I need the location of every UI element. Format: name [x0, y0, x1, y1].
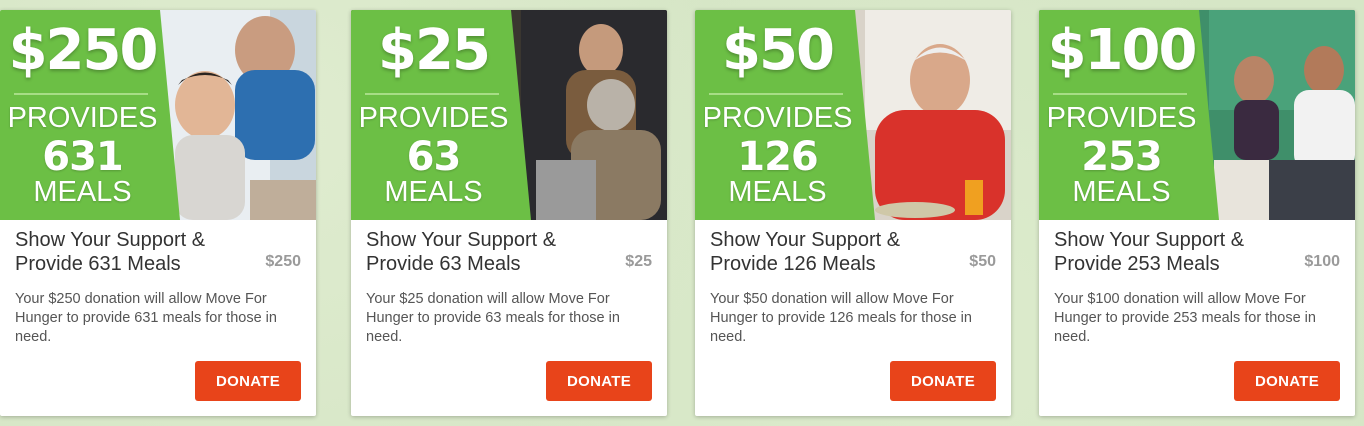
banner-divider	[1053, 93, 1187, 95]
donation-card-25[interactable]: $25 PROVIDES 63 MEALS Show Your Support …	[351, 10, 667, 416]
banner-amount: $50	[722, 18, 835, 83]
banner-divider	[14, 93, 148, 95]
banner-provides: PROVIDES	[1046, 102, 1197, 134]
card-description: Your $25 donation will allow Move For Hu…	[366, 291, 620, 345]
banner-meals-count: 126	[737, 134, 819, 180]
banner-amount: $25	[378, 18, 491, 83]
card-price: $250	[265, 253, 301, 270]
donation-card-250[interactable]: $250 PROVIDES 631 MEALS Show Your Suppor…	[0, 10, 316, 416]
card-banner[interactable]: $250 PROVIDES 631 MEALS	[0, 10, 316, 220]
banner-meals-word: MEALS	[33, 176, 132, 208]
donate-button[interactable]: DONATE	[546, 361, 652, 401]
donation-card-100[interactable]: $100 PROVIDES 253 MEALS Show Your Suppor…	[1039, 10, 1355, 416]
donate-button[interactable]: DONATE	[1234, 361, 1340, 401]
card-description: Your $100 donation will allow Move For H…	[1054, 291, 1316, 345]
card-banner[interactable]: $50 PROVIDES 126 MEALS	[695, 10, 1011, 220]
card-price: $25	[625, 253, 652, 270]
donate-button[interactable]: DONATE	[195, 361, 301, 401]
card-title[interactable]: Show Your Support & Provide 631 Meals	[15, 228, 245, 276]
banner-amount: $250	[8, 18, 159, 83]
banner-meals-word: MEALS	[1072, 176, 1171, 208]
card-price: $100	[1304, 253, 1340, 270]
banner-meals-count: 253	[1081, 134, 1163, 180]
card-title[interactable]: Show Your Support & Provide 253 Meals	[1054, 228, 1284, 276]
banner-meals-word: MEALS	[728, 176, 827, 208]
banner-meals-count: 63	[406, 134, 462, 180]
card-price: $50	[969, 253, 996, 270]
banner-amount: $100	[1047, 18, 1198, 83]
banner-divider	[709, 93, 843, 95]
card-description: Your $50 donation will allow Move For Hu…	[710, 291, 972, 345]
card-banner[interactable]: $25 PROVIDES 63 MEALS	[351, 10, 667, 220]
banner-provides: PROVIDES	[7, 102, 158, 134]
donation-card-50[interactable]: $50 PROVIDES 126 MEALS Show Your Support…	[695, 10, 1011, 416]
card-description: Your $250 donation will allow Move For H…	[15, 291, 277, 345]
banner-divider	[365, 93, 499, 95]
banner-meals-count: 631	[42, 134, 124, 180]
banner-meals-word: MEALS	[384, 176, 483, 208]
card-title[interactable]: Show Your Support & Provide 126 Meals	[710, 228, 940, 276]
card-banner[interactable]: $100 PROVIDES 253 MEALS	[1039, 10, 1355, 220]
banner-provides: PROVIDES	[702, 102, 853, 134]
donate-button[interactable]: DONATE	[890, 361, 996, 401]
card-title[interactable]: Show Your Support & Provide 63 Meals	[366, 228, 596, 276]
banner-provides: PROVIDES	[358, 102, 509, 134]
